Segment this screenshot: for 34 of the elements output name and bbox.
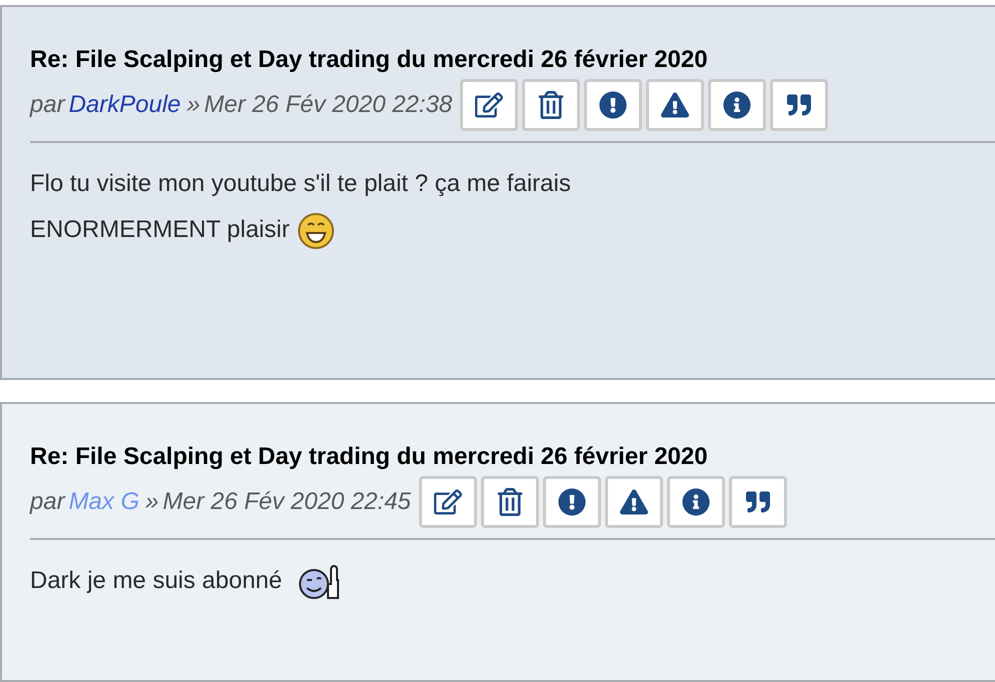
post-title: Re: File Scalping et Day trading du mercredi 26 février 2020: [30, 45, 709, 75]
byline-prefix: par: [30, 488, 65, 516]
quote-icon: [746, 490, 770, 514]
post-body: Flo tu visite mon youtube s'il te plait ? ça me fairais ENORMERMENT plaisir: [30, 161, 750, 253]
info-button[interactable]: [708, 79, 766, 131]
edit-icon: [434, 488, 462, 516]
warning-triangle-icon: [661, 91, 690, 119]
warn-button[interactable]: [604, 476, 663, 528]
quote-button[interactable]: [728, 476, 787, 528]
byline-separator: »: [186, 91, 200, 119]
edit-button[interactable]: [460, 79, 518, 131]
warning-triangle-icon: [620, 488, 648, 516]
grin-smiley-icon: [296, 210, 336, 251]
post-body: Dark je me suis abonné: [30, 558, 750, 604]
report-button[interactable]: [584, 79, 642, 131]
info-icon: [723, 91, 752, 119]
trash-icon: [496, 488, 524, 516]
info-button[interactable]: [666, 476, 725, 528]
byline-prefix: par: [30, 91, 65, 119]
edit-icon: [475, 91, 504, 119]
edit-button[interactable]: [418, 476, 477, 528]
report-button[interactable]: [542, 476, 601, 528]
post-date: Mer 26 Fév 2020 22:38: [204, 91, 452, 119]
byline-separator: »: [145, 488, 159, 516]
quote-button[interactable]: [770, 79, 828, 131]
post-title: Re: File Scalping et Day trading du mercredi 26 février 2020: [30, 442, 709, 472]
trash-icon: [537, 91, 566, 119]
delete-button[interactable]: [480, 476, 539, 528]
quote-icon: [787, 93, 812, 117]
info-icon: [682, 488, 710, 516]
post-date: Mer 26 Fév 2020 22:45: [162, 488, 411, 516]
delete-button[interactable]: [522, 79, 580, 131]
warn-button[interactable]: [646, 79, 704, 131]
author-link[interactable]: DarkPoule: [68, 91, 181, 119]
